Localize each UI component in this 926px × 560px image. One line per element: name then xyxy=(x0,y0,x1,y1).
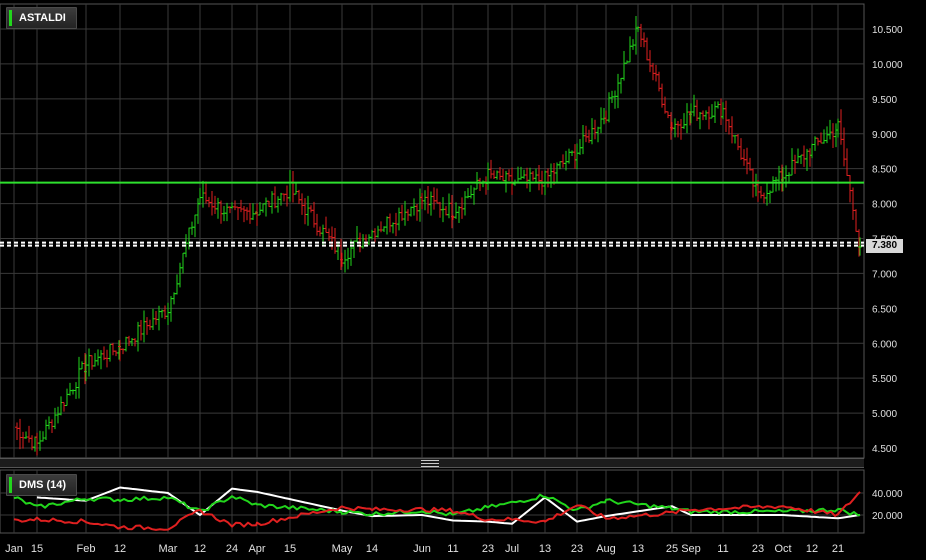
time-axis-label: Jul xyxy=(505,543,519,555)
time-axis-label: Sep xyxy=(681,543,701,555)
time-axis-label: 11 xyxy=(717,543,728,555)
price-axis-label: 4.500 xyxy=(872,444,897,455)
price-axis-label: 5.500 xyxy=(872,374,897,385)
time-axis-label: 12 xyxy=(194,543,206,555)
panel-splitter[interactable] xyxy=(0,458,864,468)
time-axis-label: 25 xyxy=(666,543,678,555)
time-axis-label: 15 xyxy=(31,543,43,555)
price-axis-label: 10.000 xyxy=(872,60,903,71)
time-axis-label: 12 xyxy=(806,543,818,555)
time-axis-label: 14 xyxy=(366,543,378,555)
time-axis-label: Apr xyxy=(248,543,265,555)
time-axis-label: Mar xyxy=(159,543,178,555)
price-axis-label: 8.500 xyxy=(872,165,897,176)
time-axis-label: 11 xyxy=(447,543,458,555)
price-axis-label: 9.500 xyxy=(872,95,897,106)
time-axis-label: 24 xyxy=(226,543,238,555)
time-axis-label: Aug xyxy=(596,543,616,555)
price-axis-label: 9.000 xyxy=(872,130,897,141)
indicator-label: DMS (14) xyxy=(6,474,78,496)
price-axis-label: 10.500 xyxy=(872,25,903,36)
price-axis-label: 6.500 xyxy=(872,304,897,315)
price-axis-label: 7.000 xyxy=(872,269,897,280)
last-price-tag: 7.380 xyxy=(866,239,904,253)
time-axis-label: Jan xyxy=(5,543,23,555)
price-axis-label: 8.000 xyxy=(872,200,897,211)
price-axis-label: 6.000 xyxy=(872,339,897,350)
time-axis-label: 15 xyxy=(284,543,296,555)
time-axis-label: Jun xyxy=(413,543,431,555)
time-axis-label: 12 xyxy=(114,543,126,555)
time-axis-label: 21 xyxy=(832,543,844,555)
time-axis-label: May xyxy=(332,543,353,555)
indicator-axis-label: 20.000 xyxy=(872,511,903,522)
price-chart[interactable]: 4.5005.0005.5006.0006.5007.0007.5008.000… xyxy=(0,0,926,560)
time-axis-label: 13 xyxy=(539,543,551,555)
price-plot-area xyxy=(0,3,865,459)
time-axis-label: 23 xyxy=(571,543,583,555)
drag-handle-icon[interactable] xyxy=(421,460,439,467)
time-axis-label: 23 xyxy=(752,543,764,555)
indicator-axis-label: 40.000 xyxy=(872,489,903,500)
time-axis-label: Feb xyxy=(77,543,96,555)
time-axis-label: Oct xyxy=(774,543,791,555)
time-axis-label: 13 xyxy=(632,543,644,555)
time-axis-label: 23 xyxy=(482,543,494,555)
instrument-label: ASTALDI xyxy=(6,7,77,29)
price-axis-label: 5.000 xyxy=(872,409,897,420)
